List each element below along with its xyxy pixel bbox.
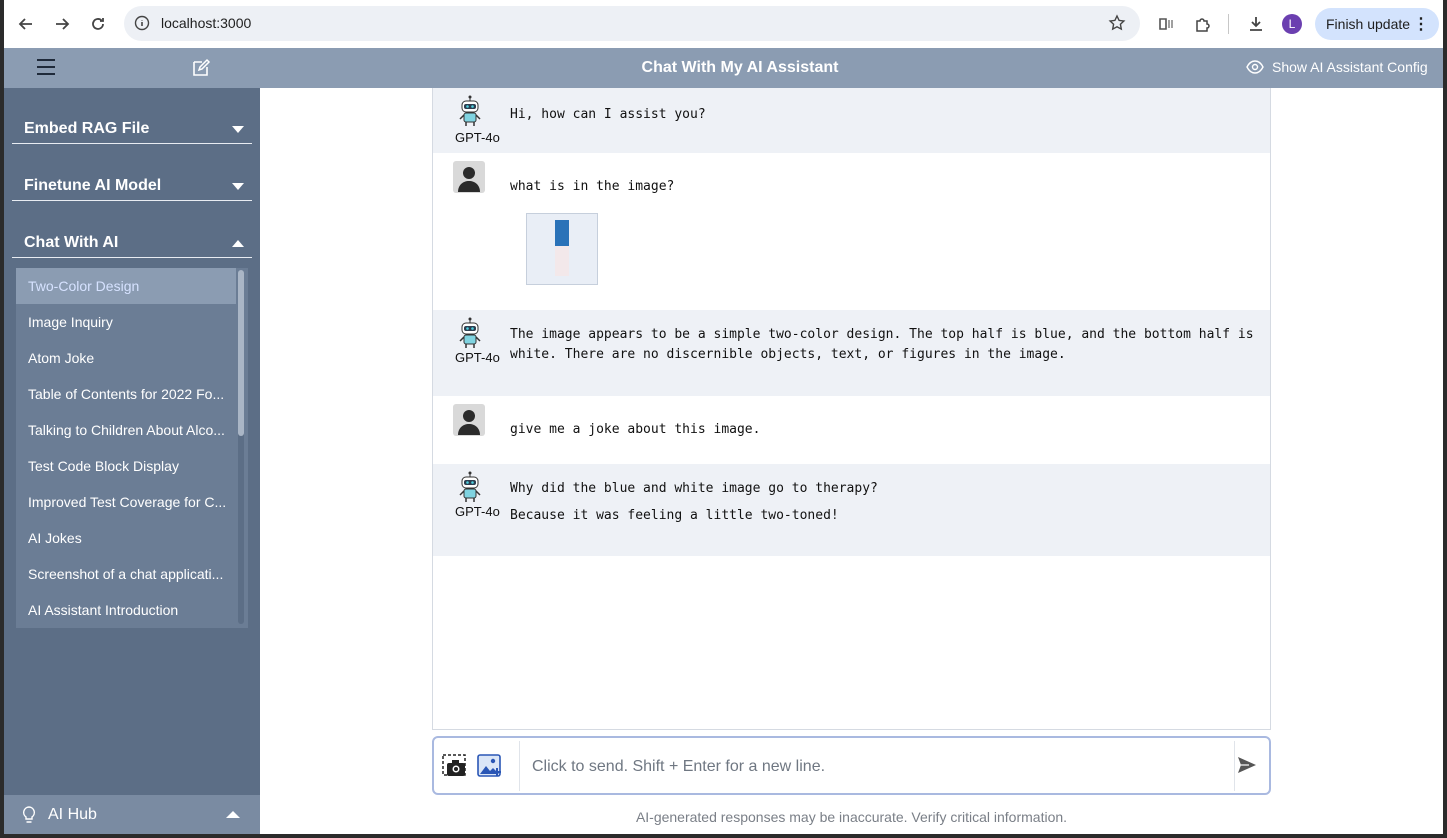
upload-image-icon[interactable] xyxy=(477,754,503,783)
site-info-icon[interactable] xyxy=(134,15,150,36)
chat-input-container: Click to send. Shift + Enter for a new l… xyxy=(432,736,1271,795)
message-input[interactable]: Click to send. Shift + Enter for a new l… xyxy=(519,741,1235,791)
section-chat-with-ai[interactable]: Chat With AI xyxy=(12,234,252,258)
input-placeholder: Click to send. Shift + Enter for a new l… xyxy=(532,758,826,775)
robot-avatar-icon xyxy=(459,317,481,348)
chat-history-item[interactable]: Screenshot of a chat applicati... xyxy=(16,556,236,592)
sidebar: Embed RAG File Finetune AI Model Chat Wi… xyxy=(4,88,260,834)
profile-avatar[interactable]: L xyxy=(1282,14,1302,34)
section-label: Embed RAG File xyxy=(24,120,150,137)
toolbar-divider xyxy=(1228,14,1229,34)
finish-update-button[interactable]: Finish update ⋮ xyxy=(1315,8,1439,40)
back-icon[interactable] xyxy=(14,12,38,36)
robot-avatar-icon xyxy=(459,471,481,502)
chat-history-list: Two-Color Design Image Inquiry Atom Joke… xyxy=(16,268,248,628)
url-text: localhost:3000 xyxy=(161,15,252,31)
message-line: Because it was feeling a little two-tone… xyxy=(510,508,839,523)
robot-avatar-icon xyxy=(459,95,481,126)
message-text: what is in the image? xyxy=(510,179,675,194)
chevron-up-icon xyxy=(232,240,244,247)
browser-toolbar: localhost:3000 L Finish update ⋮ xyxy=(4,0,1443,48)
model-label: GPT-4o xyxy=(455,350,500,365)
reload-icon[interactable] xyxy=(86,12,110,36)
tab-search-icon[interactable] xyxy=(1155,13,1177,35)
show-config-button[interactable]: Show AI Assistant Config xyxy=(1246,59,1428,75)
section-label: Chat With AI xyxy=(24,234,119,251)
finish-update-label: Finish update xyxy=(1326,16,1411,32)
message-text: Hi, how can I assist you? xyxy=(510,107,706,122)
more-menu-icon[interactable]: ⋮ xyxy=(1413,14,1429,34)
chat-history-item[interactable]: Test Code Block Display xyxy=(16,448,236,484)
section-finetune[interactable]: Finetune AI Model xyxy=(12,177,252,201)
image-white-part xyxy=(555,246,569,276)
eye-icon xyxy=(1246,60,1264,74)
ai-hub-toggle[interactable]: AI Hub xyxy=(4,795,260,834)
model-label: GPT-4o xyxy=(455,130,500,145)
assistant-message: GPT-4o The image appears to be a simple … xyxy=(433,310,1270,396)
lightbulb-icon xyxy=(22,806,36,829)
user-message: give me a joke about this image. xyxy=(433,396,1270,464)
message-text: give me a joke about this image. xyxy=(510,422,761,437)
show-config-label: Show AI Assistant Config xyxy=(1272,59,1428,75)
chat-history-item[interactable]: AI Assistant Introduction xyxy=(16,592,236,628)
chat-history-item[interactable]: Talking to Children About Alco... xyxy=(16,412,236,448)
user-avatar-icon xyxy=(453,404,485,436)
chat-history-item[interactable]: Table of Contents for 2022 Fo... xyxy=(16,376,236,412)
chat-messages-panel: GPT-4o Hi, how can I assist you? what is… xyxy=(432,88,1271,730)
user-message: what is in the image? xyxy=(433,153,1270,310)
section-embed-rag[interactable]: Embed RAG File xyxy=(12,120,252,144)
bookmark-star-icon[interactable] xyxy=(1108,14,1126,37)
chat-history-item[interactable]: Improved Test Coverage for C... xyxy=(16,484,236,520)
send-icon[interactable] xyxy=(1237,756,1257,779)
message-line: Why did the blue and white image go to t… xyxy=(510,481,878,496)
extensions-icon[interactable] xyxy=(1192,13,1214,35)
image-blue-part xyxy=(555,220,569,246)
chevron-down-icon xyxy=(232,126,244,133)
user-avatar-icon xyxy=(453,161,485,193)
message-line: white. There are no discernible objects,… xyxy=(510,347,1066,362)
app-header: Chat With My AI Assistant Show AI Assist… xyxy=(4,48,1443,88)
assistant-message: GPT-4o Why did the blue and white image … xyxy=(433,464,1270,556)
disclaimer-text: AI-generated responses may be inaccurate… xyxy=(635,809,1068,825)
attached-image-thumbnail[interactable] xyxy=(526,213,598,285)
chat-history-item[interactable]: Image Inquiry xyxy=(16,304,236,340)
chat-history-item[interactable]: Atom Joke xyxy=(16,340,236,376)
ai-hub-label: AI Hub xyxy=(48,806,97,823)
browser-window: localhost:3000 L Finish update ⋮ Chat Wi… xyxy=(4,0,1443,834)
screenshot-camera-icon[interactable] xyxy=(442,754,468,783)
message-text: Why did the blue and white image go to t… xyxy=(510,479,1256,526)
model-label: GPT-4o xyxy=(455,504,500,519)
assistant-message: GPT-4o Hi, how can I assist you? xyxy=(433,88,1270,153)
forward-icon[interactable] xyxy=(50,12,74,36)
message-text: The image appears to be a simple two-col… xyxy=(510,325,1256,365)
address-bar[interactable]: localhost:3000 xyxy=(124,6,1140,41)
page-title: Chat With My AI Assistant xyxy=(641,59,839,76)
section-label: Finetune AI Model xyxy=(24,177,162,194)
scrollbar-thumb[interactable] xyxy=(238,270,244,436)
chevron-down-icon xyxy=(232,183,244,190)
chat-history-item[interactable]: Two-Color Design xyxy=(16,268,236,304)
message-line: The image appears to be a simple two-col… xyxy=(510,327,1254,342)
chat-list-scrollbar[interactable] xyxy=(238,270,244,624)
download-icon[interactable] xyxy=(1245,13,1267,35)
chevron-up-icon xyxy=(226,811,240,818)
chat-history-item[interactable]: AI Jokes xyxy=(16,520,236,556)
